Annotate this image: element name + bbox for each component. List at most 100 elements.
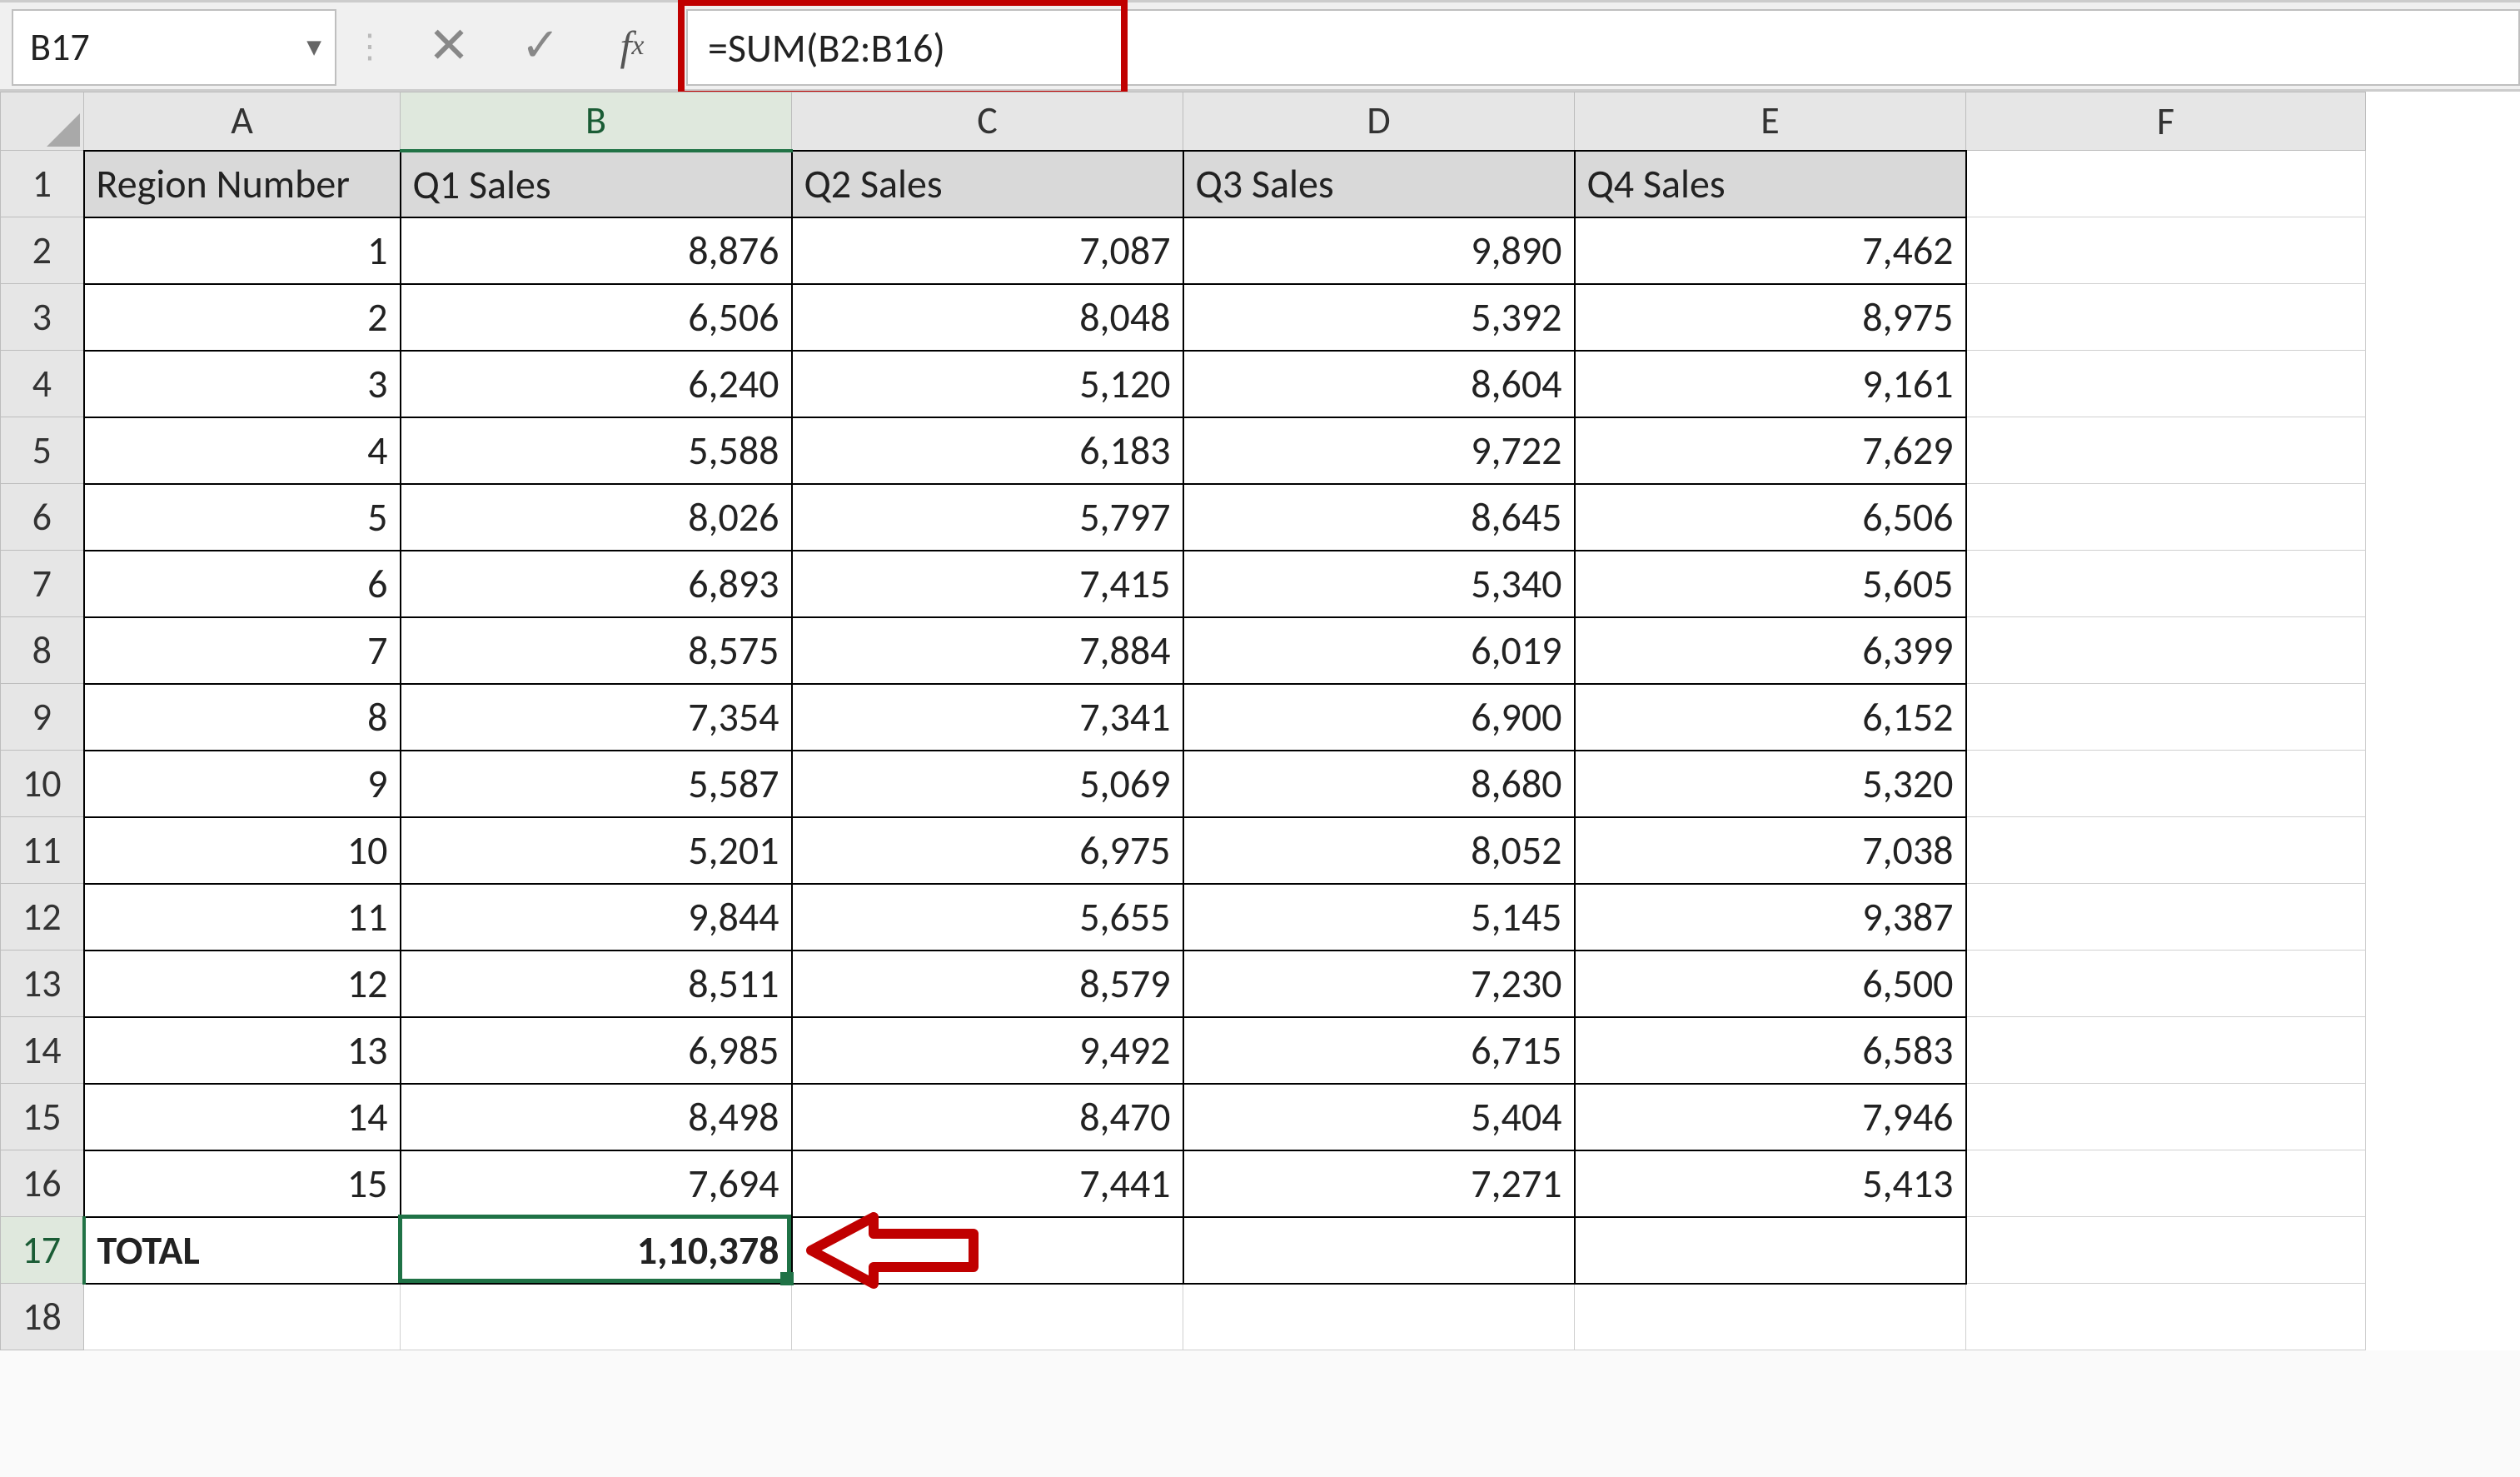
cell[interactable]: [1183, 1284, 1575, 1350]
cell[interactable]: 6,183: [792, 417, 1183, 484]
cell[interactable]: [1966, 1150, 2366, 1217]
row-header[interactable]: 9: [1, 684, 84, 751]
cell[interactable]: 6,985: [401, 1017, 792, 1084]
cell[interactable]: 12: [84, 951, 401, 1017]
cell[interactable]: 8,645: [1183, 484, 1575, 551]
cell[interactable]: [792, 1284, 1183, 1350]
cell[interactable]: 8,048: [792, 284, 1183, 351]
name-box[interactable]: B17 ▼: [12, 9, 336, 86]
row-header[interactable]: 18: [1, 1284, 84, 1350]
cell[interactable]: 4: [84, 417, 401, 484]
cell[interactable]: 7,087: [792, 217, 1183, 284]
cell[interactable]: 7,415: [792, 551, 1183, 617]
cell[interactable]: 9,492: [792, 1017, 1183, 1084]
cell[interactable]: 5,069: [792, 751, 1183, 817]
cell-E1[interactable]: Q4 Sales: [1575, 151, 1966, 217]
cell[interactable]: 8,575: [401, 617, 792, 684]
cell[interactable]: 6,900: [1183, 684, 1575, 751]
cell[interactable]: [84, 1284, 401, 1350]
col-header-D[interactable]: D: [1183, 92, 1575, 151]
cell[interactable]: 9: [84, 751, 401, 817]
formula-input[interactable]: =SUM(B2:B16): [686, 9, 2520, 86]
cell[interactable]: [1966, 751, 2366, 817]
cell[interactable]: [1966, 417, 2366, 484]
row-header[interactable]: 5: [1, 417, 84, 484]
cell[interactable]: 10: [84, 817, 401, 884]
cell[interactable]: 5,120: [792, 351, 1183, 417]
cell[interactable]: 7,230: [1183, 951, 1575, 1017]
cell[interactable]: 6,583: [1575, 1017, 1966, 1084]
cell-B17-selected[interactable]: 1,10,378: [401, 1217, 792, 1284]
enter-formula-button[interactable]: ✓: [495, 9, 586, 82]
cell[interactable]: [1966, 884, 2366, 951]
cell-F1[interactable]: [1966, 151, 2366, 217]
cell[interactable]: 5: [84, 484, 401, 551]
cell[interactable]: 7,694: [401, 1150, 792, 1217]
cell[interactable]: 5,145: [1183, 884, 1575, 951]
cell[interactable]: 8,052: [1183, 817, 1575, 884]
row-header[interactable]: 4: [1, 351, 84, 417]
row-header[interactable]: 2: [1, 217, 84, 284]
cell[interactable]: 1: [84, 217, 401, 284]
cell[interactable]: 6,500: [1575, 951, 1966, 1017]
col-header-B[interactable]: B: [401, 92, 792, 151]
cell[interactable]: [1966, 684, 2366, 751]
cell-D17[interactable]: [1183, 1217, 1575, 1284]
cell[interactable]: 8: [84, 684, 401, 751]
cell[interactable]: 2: [84, 284, 401, 351]
cell[interactable]: 5,340: [1183, 551, 1575, 617]
cell-D1[interactable]: Q3 Sales: [1183, 151, 1575, 217]
cell[interactable]: [1966, 817, 2366, 884]
cell[interactable]: 6,240: [401, 351, 792, 417]
cell[interactable]: 6,506: [1575, 484, 1966, 551]
cell[interactable]: [1966, 551, 2366, 617]
cell[interactable]: 7,038: [1575, 817, 1966, 884]
cell[interactable]: 9,890: [1183, 217, 1575, 284]
cell[interactable]: [1966, 1017, 2366, 1084]
spreadsheet-grid[interactable]: A B C D E F 1 Region Number Q1 Sales Q2 …: [0, 92, 2520, 1350]
cell[interactable]: 5,201: [401, 817, 792, 884]
cell[interactable]: [1966, 351, 2366, 417]
cell[interactable]: 5,404: [1183, 1084, 1575, 1150]
cell[interactable]: 6: [84, 551, 401, 617]
cell[interactable]: 8,511: [401, 951, 792, 1017]
cell[interactable]: 6,975: [792, 817, 1183, 884]
cell[interactable]: 6,152: [1575, 684, 1966, 751]
cell[interactable]: 7,884: [792, 617, 1183, 684]
cell[interactable]: [1966, 217, 2366, 284]
row-header[interactable]: 7: [1, 551, 84, 617]
cell[interactable]: 9,387: [1575, 884, 1966, 951]
select-all-corner[interactable]: [1, 92, 84, 151]
cell-E17[interactable]: [1575, 1217, 1966, 1284]
cell[interactable]: 8,470: [792, 1084, 1183, 1150]
cell[interactable]: 7,271: [1183, 1150, 1575, 1217]
cell[interactable]: 7,354: [401, 684, 792, 751]
col-header-C[interactable]: C: [792, 92, 1183, 151]
cell[interactable]: 8,604: [1183, 351, 1575, 417]
cell[interactable]: 6,019: [1183, 617, 1575, 684]
cell[interactable]: 7: [84, 617, 401, 684]
cell[interactable]: [1966, 951, 2366, 1017]
cell[interactable]: [1966, 1284, 2366, 1350]
cell-B1[interactable]: Q1 Sales: [401, 151, 792, 217]
cell[interactable]: 8,876: [401, 217, 792, 284]
cell[interactable]: [1966, 617, 2366, 684]
row-header[interactable]: 17: [1, 1217, 84, 1284]
col-header-A[interactable]: A: [84, 92, 401, 151]
cell[interactable]: 8,579: [792, 951, 1183, 1017]
cell[interactable]: 7,629: [1575, 417, 1966, 484]
cell[interactable]: 5,588: [401, 417, 792, 484]
cell[interactable]: 5,655: [792, 884, 1183, 951]
cell[interactable]: 5,392: [1183, 284, 1575, 351]
cell[interactable]: [1966, 1084, 2366, 1150]
cell[interactable]: [1966, 484, 2366, 551]
cell[interactable]: [1575, 1284, 1966, 1350]
cell[interactable]: 5,587: [401, 751, 792, 817]
cell[interactable]: 3: [84, 351, 401, 417]
row-header[interactable]: 14: [1, 1017, 84, 1084]
cell[interactable]: 13: [84, 1017, 401, 1084]
row-header[interactable]: 6: [1, 484, 84, 551]
cell[interactable]: 15: [84, 1150, 401, 1217]
col-header-E[interactable]: E: [1575, 92, 1966, 151]
cell[interactable]: 5,797: [792, 484, 1183, 551]
